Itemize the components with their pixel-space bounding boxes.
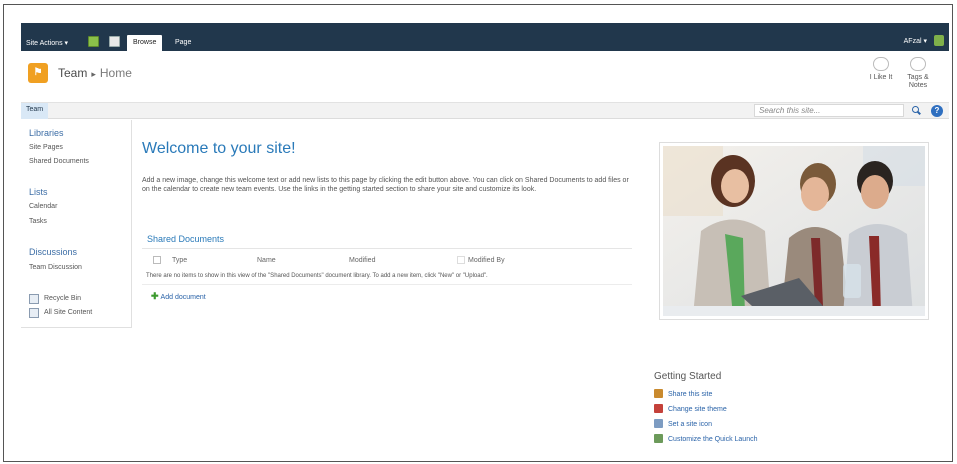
tags-notes-label-line1: Tags & bbox=[907, 74, 929, 81]
search-input[interactable]: Search this site... bbox=[754, 104, 904, 117]
set-site-icon-link[interactable]: Set a site icon bbox=[654, 419, 712, 428]
title-area: ⚑ Team ▸ Home I Like It Tags & Notes bbox=[21, 51, 949, 103]
quick-launch-icon bbox=[654, 434, 663, 443]
quick-launch-all-site-content[interactable]: All Site Content bbox=[44, 309, 92, 316]
breadcrumb-site[interactable]: Team bbox=[58, 66, 87, 80]
ribbon: Site Actions ▾ Browse Page AFzal ▾ bbox=[21, 23, 949, 51]
breadcrumb-page: Home bbox=[99, 66, 132, 80]
user-status-icon[interactable] bbox=[934, 35, 944, 46]
empty-library-message: There are no items to show in this view … bbox=[146, 273, 488, 279]
site-logo-icon[interactable]: ⚑ bbox=[28, 63, 48, 83]
quick-launch-tasks[interactable]: Tasks bbox=[29, 218, 47, 225]
share-this-site-link[interactable]: Share this site bbox=[654, 389, 712, 398]
shared-documents-title[interactable]: Shared Documents bbox=[147, 234, 224, 244]
team-photo bbox=[663, 146, 925, 316]
quick-launch-recycle-bin[interactable]: Recycle Bin bbox=[44, 295, 81, 302]
column-header-modified[interactable]: Modified bbox=[349, 257, 375, 264]
tab-browse[interactable]: Browse bbox=[127, 35, 163, 51]
customize-quick-launch-link[interactable]: Customize the Quick Launch bbox=[654, 434, 758, 443]
column-header-type[interactable]: Type bbox=[172, 257, 187, 264]
user-menu[interactable]: AFzal ▾ bbox=[904, 37, 927, 45]
tags-notes-button[interactable]: Tags & Notes bbox=[903, 57, 933, 90]
topnav-team-tab[interactable]: Team bbox=[21, 103, 49, 119]
screenshot-frame: Site Actions ▾ Browse Page AFzal ▾ ⚑ Tea… bbox=[3, 4, 953, 462]
i-like-it-button[interactable]: I Like It bbox=[867, 57, 895, 82]
tags-notes-label-line2: Notes bbox=[908, 82, 928, 89]
help-icon[interactable]: ? bbox=[931, 105, 943, 117]
all-site-content-icon bbox=[29, 308, 39, 318]
welcome-text: Add a new image, change this welcome tex… bbox=[142, 177, 629, 193]
breadcrumb: Team ▸ Home bbox=[58, 66, 132, 80]
tab-page[interactable]: Page bbox=[169, 35, 197, 51]
quick-launch-calendar[interactable]: Calendar bbox=[29, 203, 57, 210]
shared-documents-divider bbox=[142, 248, 632, 249]
top-navigation: Team Search this site... ? bbox=[21, 103, 949, 119]
breadcrumb-separator-icon: ▸ bbox=[91, 69, 96, 79]
quick-launch-site-pages[interactable]: Site Pages bbox=[29, 144, 63, 151]
add-icon: ✚ bbox=[151, 291, 159, 301]
customize-quick-launch-label: Customize the Quick Launch bbox=[668, 436, 758, 443]
select-all-checkbox[interactable] bbox=[153, 256, 161, 264]
i-like-it-label: I Like It bbox=[869, 74, 893, 81]
quick-launch-libraries[interactable]: Libraries bbox=[29, 128, 64, 138]
site-icon-icon bbox=[654, 419, 663, 428]
navigate-up-icon[interactable] bbox=[88, 36, 99, 47]
quick-launch-team-discussion[interactable]: Team Discussion bbox=[29, 264, 82, 271]
change-site-theme-label: Change site theme bbox=[668, 406, 727, 413]
recycle-bin-icon bbox=[29, 294, 39, 304]
set-site-icon-label: Set a site icon bbox=[668, 421, 712, 428]
add-document-label: Add document bbox=[160, 294, 206, 301]
modified-by-checkbox bbox=[457, 256, 465, 264]
welcome-image bbox=[659, 142, 929, 320]
quick-launch-discussions[interactable]: Discussions bbox=[29, 247, 77, 257]
theme-icon bbox=[654, 404, 663, 413]
thumbs-up-icon bbox=[873, 57, 889, 71]
site-actions-menu[interactable]: Site Actions ▾ bbox=[26, 39, 68, 47]
quick-launch: Libraries Site Pages Shared Documents Li… bbox=[21, 120, 132, 328]
change-site-theme-link[interactable]: Change site theme bbox=[654, 404, 727, 413]
quick-launch-lists[interactable]: Lists bbox=[29, 187, 48, 197]
edit-page-icon[interactable] bbox=[109, 36, 120, 47]
add-document-link[interactable]: ✚ Add document bbox=[151, 291, 206, 302]
share-this-site-label: Share this site bbox=[668, 391, 713, 398]
quick-launch-shared-documents[interactable]: Shared Documents bbox=[29, 158, 89, 165]
sharepoint-page: Site Actions ▾ Browse Page AFzal ▾ ⚑ Tea… bbox=[21, 23, 949, 455]
share-icon bbox=[654, 389, 663, 398]
column-header-name[interactable]: Name bbox=[257, 257, 276, 264]
page-title: Welcome to your site! bbox=[142, 140, 296, 157]
search-icon[interactable] bbox=[910, 105, 922, 117]
column-header-modified-by[interactable]: Modified By bbox=[468, 257, 505, 264]
getting-started-title: Getting Started bbox=[654, 371, 722, 382]
tag-icon bbox=[910, 57, 926, 71]
library-divider bbox=[142, 284, 632, 285]
